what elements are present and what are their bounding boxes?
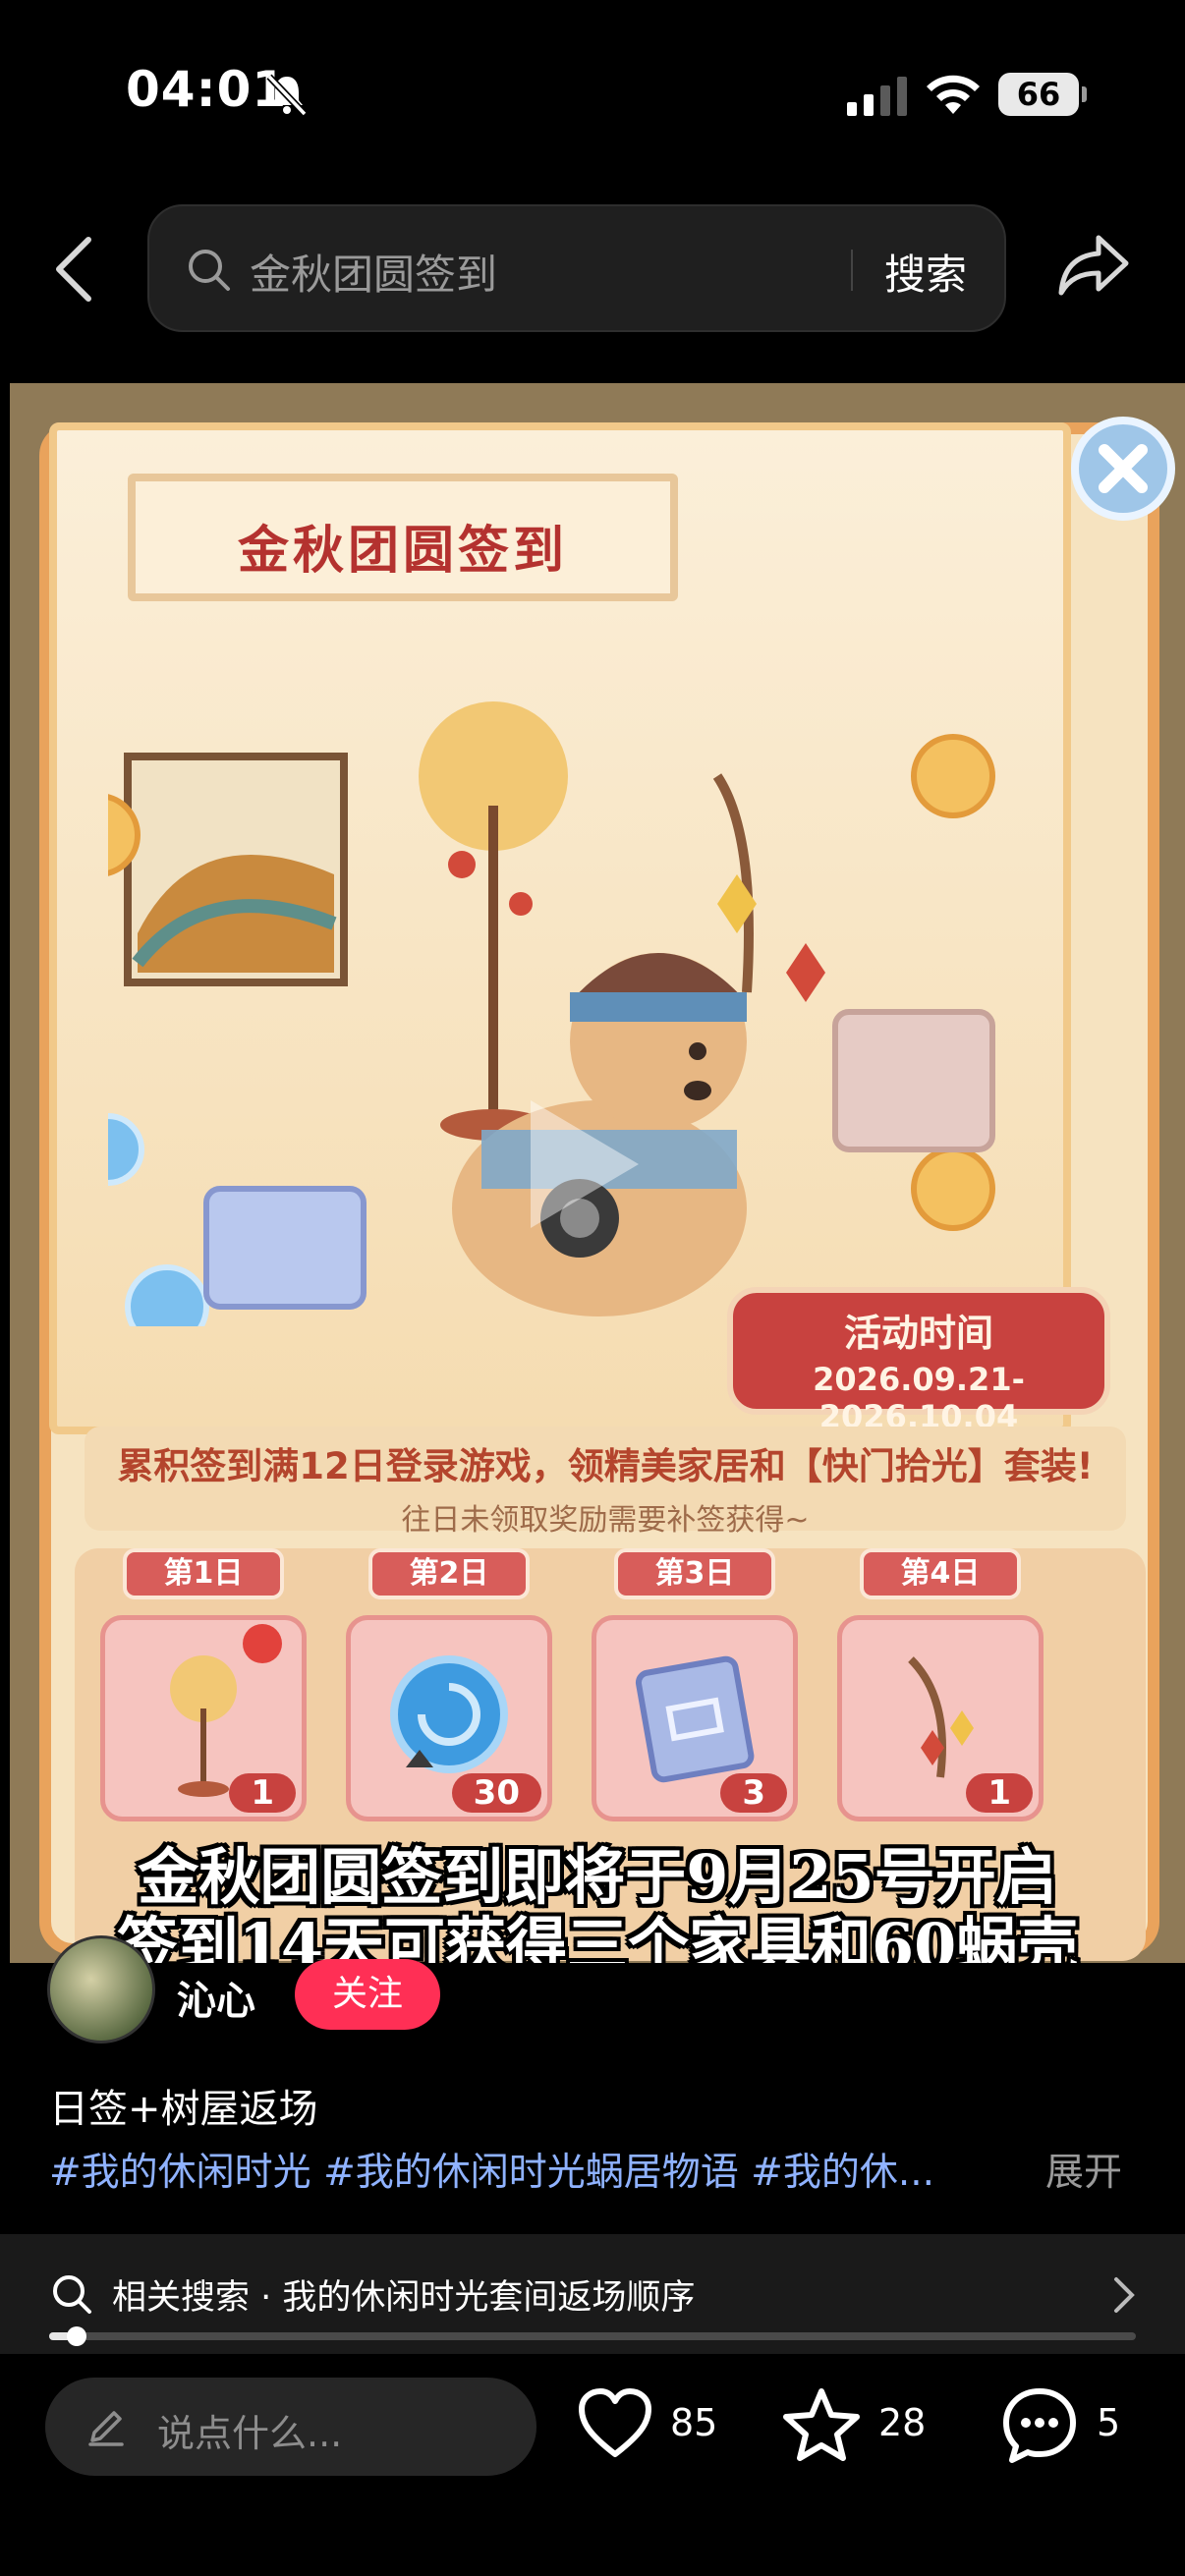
reward-card: 1 [837,1615,1044,1821]
close-icon[interactable] [1071,417,1175,521]
search-icon [189,250,230,291]
event-time-dates: 2026.09.21-2026.10.04 [813,1361,1025,1435]
author-name[interactable]: 沁心 [177,1969,255,2026]
reward-count: 3 [720,1773,787,1813]
reward-count: 30 [451,1773,541,1813]
post-caption: 日签+树屋返场 [49,2087,318,2132]
chevron-right-icon [1114,2277,1135,2313]
favorite-count: 28 [878,2401,927,2444]
reward-day-3[interactable]: 第3日 3 [592,1548,798,1821]
search-query[interactable]: 金秋团圆签到 [250,242,497,302]
day-label: 第2日 [368,1548,530,1599]
battery-indicator: 66 [998,73,1087,116]
like-count: 85 [670,2401,718,2444]
share-icon[interactable] [1057,230,1132,301]
bell-muted-icon [266,74,308,117]
event-time-badge: 活动时间 2026.09.21-2026.10.04 [727,1287,1110,1435]
author-avatar[interactable] [47,1935,155,2044]
post-tags[interactable]: #我的休闲时光 #我的休闲时光蜗居物语 #我的休... [49,2142,934,2197]
cellular-signal-icon [847,77,907,116]
reward-day-4[interactable]: 第4日 1 [837,1548,1044,1821]
play-icon[interactable] [521,1091,649,1238]
search-bar[interactable]: 金秋团圆签到 搜索 [147,204,1006,332]
reward-day-2[interactable]: 第2日 30 [346,1548,552,1821]
favorite-button[interactable]: 28 [782,2385,939,2468]
video-progress-handle[interactable] [67,2326,87,2346]
search-icon [53,2275,91,2314]
day-label: 第1日 [123,1548,284,1599]
reward-card: 3 [592,1615,798,1821]
reward-card: 30 [346,1615,552,1821]
wifi-icon [927,75,980,114]
event-description: 累积签到满12日登录游戏，领精美家居和【快门拾光】套装! 往日未领取奖励需要补签… [85,1427,1126,1538]
day-label: 第3日 [614,1548,775,1599]
related-search-text: 相关搜索 · 我的休闲时光套间返场顺序 [112,2278,696,2318]
video-subtitle-line-2: 签到14天可获得三个家具和60蜗壳 [116,1910,1079,1963]
follow-button[interactable]: 关注 [295,1959,440,2030]
heart-icon [579,2388,651,2457]
reward-day-1[interactable]: 第1日 1 [100,1548,307,1821]
back-chevron-icon[interactable] [49,232,98,307]
post-media[interactable]: 金秋团圆签到 活动时间 2026.09.21-2026.10.04 累积签到满1… [10,383,1185,1963]
status-bar: 04:01 66 [0,0,1185,187]
event-time-label: 活动时间 [843,1312,993,1355]
event-desc-note: 往日未领取奖励需要补签获得~ [401,1503,810,1538]
pencil-icon [88,2411,124,2446]
comment-placeholder: 说点什么... [157,2412,343,2455]
search-divider [851,250,853,291]
comment-button[interactable]: 5 [1000,2385,1138,2468]
like-button[interactable]: 85 [576,2385,733,2468]
event-desc-main: 累积签到满12日登录游戏，领精美家居和【快门拾光】套装! [117,1445,1094,1487]
reward-count: 1 [966,1773,1033,1813]
day-label: 第4日 [860,1548,1021,1599]
star-icon [783,2388,860,2461]
video-progress-bar[interactable] [49,2326,1136,2346]
comment-input[interactable]: 说点什么... [45,2378,536,2476]
reward-count: 1 [229,1773,296,1813]
comment-count: 5 [1097,2401,1121,2444]
expand-button[interactable]: 展开 [1045,2142,1122,2197]
reward-card: 1 [100,1615,307,1821]
comment-bubble-icon [1003,2388,1076,2463]
panel-title: 金秋团圆签到 [238,522,569,581]
search-button[interactable]: 搜索 [884,242,967,302]
